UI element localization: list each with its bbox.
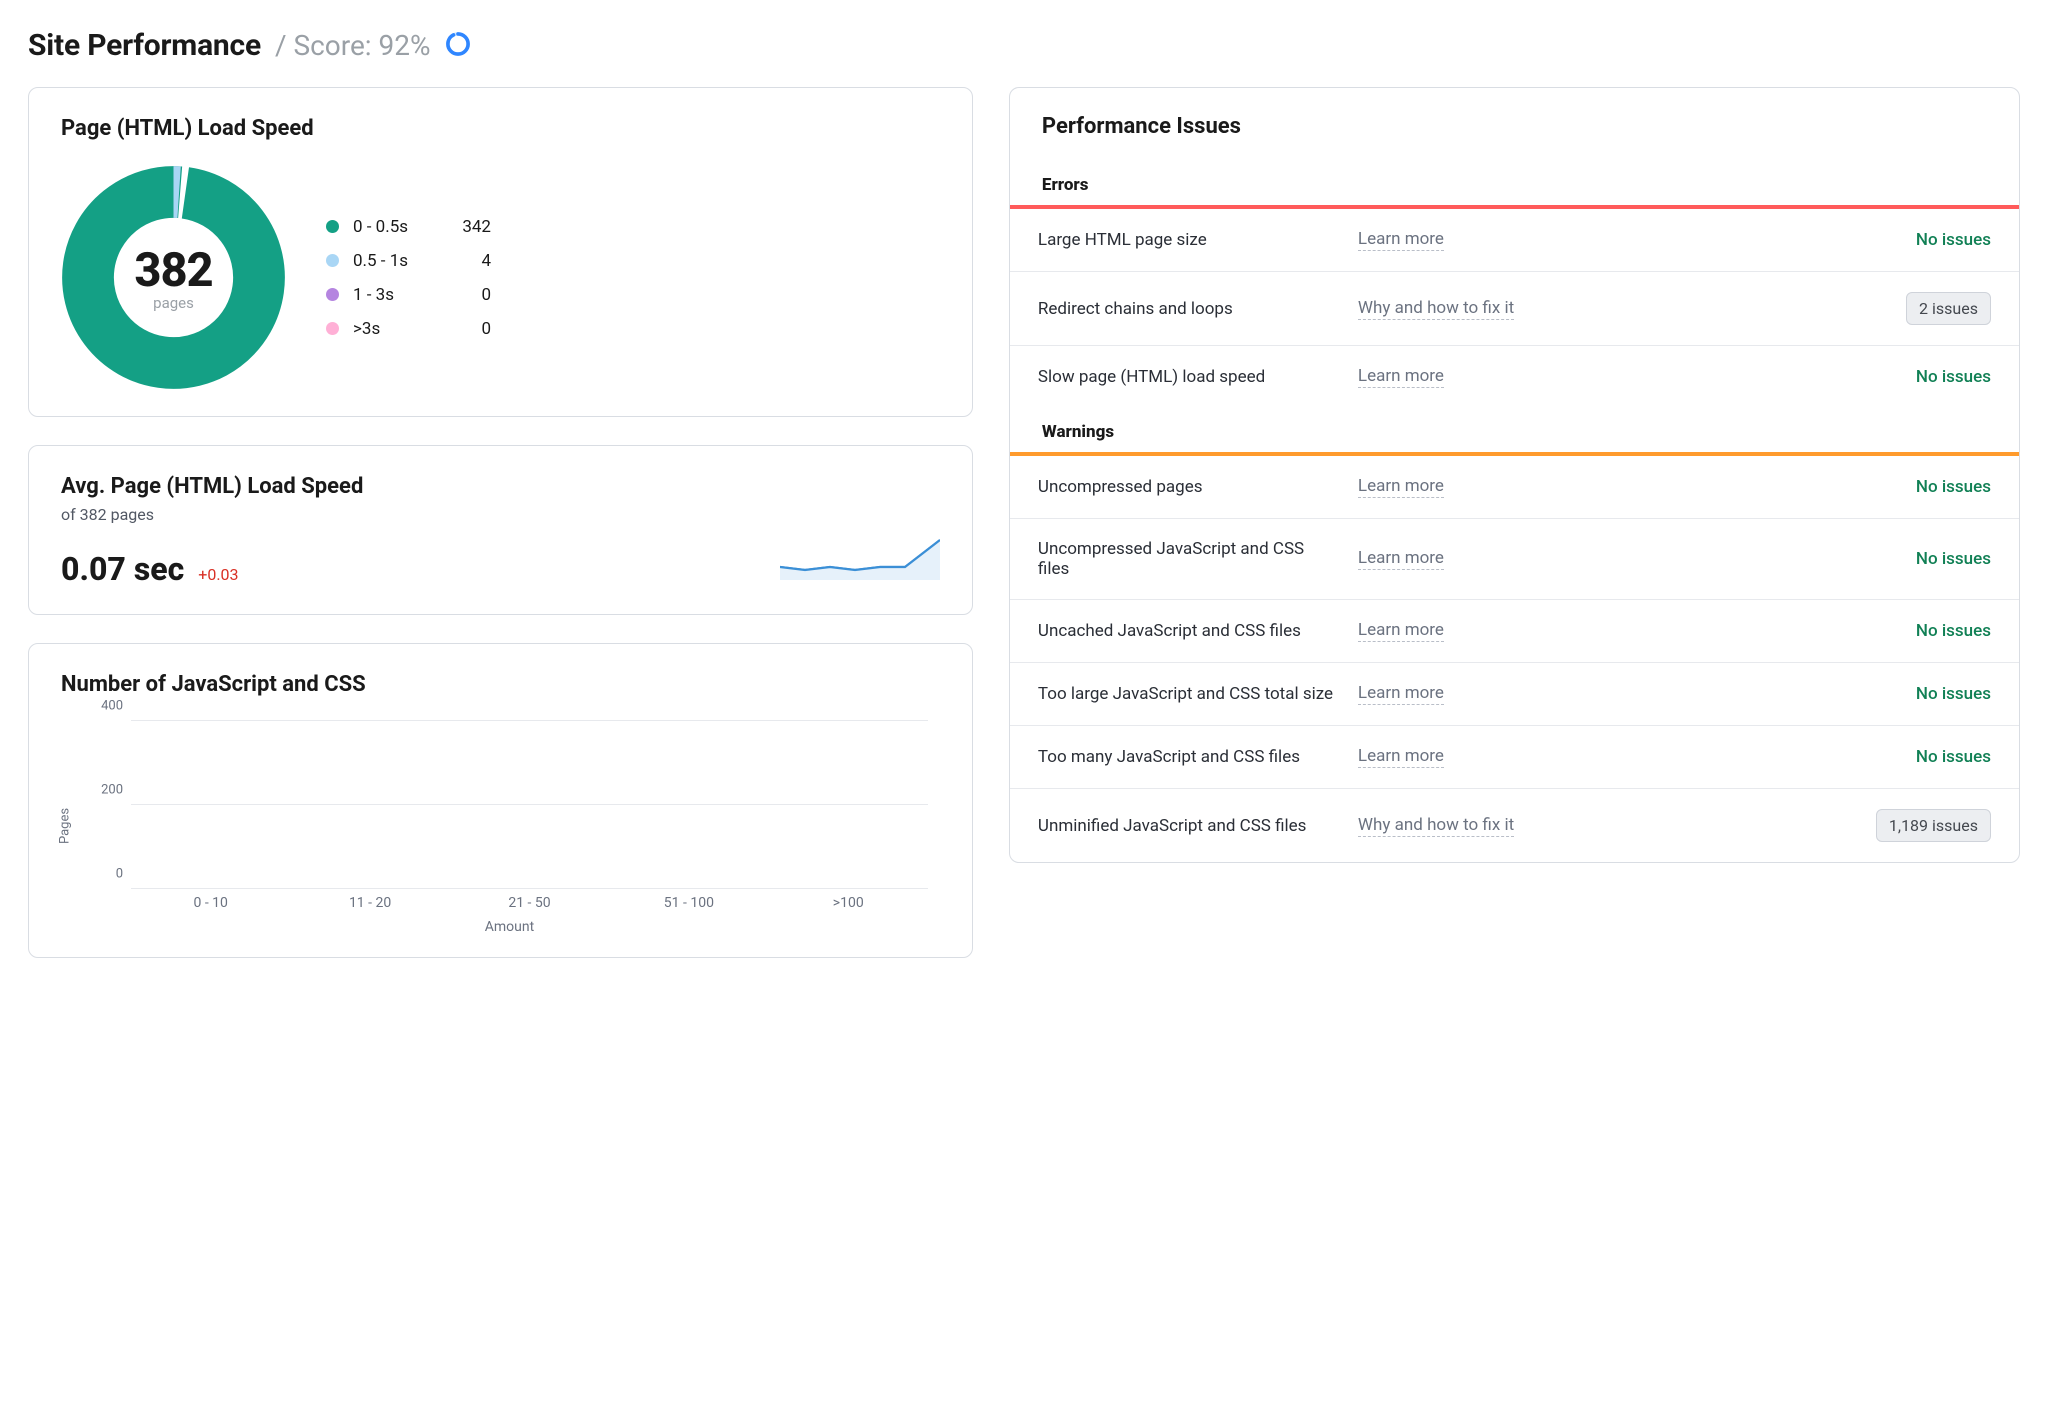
- performance-issues-panel: Performance Issues Errors Large HTML pag…: [1009, 87, 2020, 863]
- legend-label: 0.5 - 1s: [353, 251, 433, 271]
- no-issues-label: No issues: [1916, 747, 1991, 767]
- no-issues-label: No issues: [1916, 230, 1991, 250]
- issue-help-link[interactable]: Learn more: [1358, 476, 1444, 498]
- issue-row: Too large JavaScript and CSS total size L…: [1010, 663, 2019, 726]
- score-label: / Score: 92%: [275, 29, 431, 62]
- left-column: Page (HTML) Load Speed 382 pages: [28, 87, 973, 986]
- issue-count-badge[interactable]: 2 issues: [1906, 292, 1991, 325]
- issue-help-link[interactable]: Learn more: [1358, 366, 1444, 388]
- x-tick: 0 - 10: [131, 895, 290, 911]
- issue-name: Unminified JavaScript and CSS files: [1038, 816, 1338, 836]
- issues-title: Performance Issues: [1010, 88, 2019, 161]
- load-speed-donut: 382 pages: [61, 165, 286, 390]
- no-issues-label: No issues: [1916, 684, 1991, 704]
- no-issues-label: No issues: [1916, 477, 1991, 497]
- no-issues-label: No issues: [1916, 621, 1991, 641]
- issue-name: Uncached JavaScript and CSS files: [1038, 621, 1338, 641]
- x-tick: 21 - 50: [450, 895, 609, 911]
- load-speed-title: Page (HTML) Load Speed: [61, 116, 940, 141]
- issue-row: Unminified JavaScript and CSS files Why a…: [1010, 789, 2019, 862]
- legend-value: 0: [447, 319, 491, 339]
- legend-item: 0.5 - 1s 4: [326, 251, 491, 271]
- issue-name: Too many JavaScript and CSS files: [1038, 747, 1338, 767]
- issue-name: Uncompressed pages: [1038, 477, 1338, 497]
- legend-dot-icon: [326, 254, 339, 267]
- issue-row: Uncached JavaScript and CSS files Learn m…: [1010, 600, 2019, 663]
- issue-help-link[interactable]: Learn more: [1358, 620, 1444, 642]
- bar-chart: Pages 0 200 400 0 - 10 11 - 20 21 - 50 5…: [79, 721, 940, 931]
- legend-item: 0 - 0.5s 342: [326, 217, 491, 237]
- issue-help-link[interactable]: Why and how to fix it: [1358, 815, 1514, 837]
- no-issues-label: No issues: [1916, 549, 1991, 569]
- page-header: Site Performance / Score: 92%: [28, 28, 2020, 63]
- page-title: Site Performance: [28, 28, 261, 63]
- issue-row: Uncompressed JavaScript and CSS files Lea…: [1010, 519, 2019, 600]
- legend-label: 1 - 3s: [353, 285, 433, 305]
- legend-item: 1 - 3s 0: [326, 285, 491, 305]
- issue-name: Slow page (HTML) load speed: [1038, 367, 1338, 387]
- score-donut-icon: [445, 31, 471, 61]
- issue-count-badge[interactable]: 1,189 issues: [1876, 809, 1991, 842]
- legend-dot-icon: [326, 322, 339, 335]
- issue-row: Uncompressed pages Learn more No issues: [1010, 456, 2019, 519]
- issue-row: Too many JavaScript and CSS files Learn m…: [1010, 726, 2019, 789]
- issue-help-link[interactable]: Why and how to fix it: [1358, 298, 1514, 320]
- issue-name: Large HTML page size: [1038, 230, 1338, 250]
- y-tick: 400: [89, 699, 123, 714]
- legend-dot-icon: [326, 288, 339, 301]
- issue-name: Redirect chains and loops: [1038, 299, 1338, 319]
- y-tick: 200: [89, 783, 123, 798]
- legend-label: >3s: [353, 319, 433, 339]
- x-tick: >100: [769, 895, 928, 911]
- avg-speed-value: 0.07 sec: [61, 550, 184, 588]
- errors-header: Errors: [1010, 161, 2019, 209]
- legend-item: >3s 0: [326, 319, 491, 339]
- x-axis-label: Amount: [79, 919, 940, 935]
- avg-speed-sparkline: [780, 534, 940, 580]
- issue-row: Large HTML page size Learn more No issues: [1010, 209, 2019, 272]
- avg-speed-title: Avg. Page (HTML) Load Speed: [61, 474, 940, 499]
- legend-value: 0: [447, 285, 491, 305]
- x-tick: 51 - 100: [609, 895, 768, 911]
- no-issues-label: No issues: [1916, 367, 1991, 387]
- js-css-count-card: Number of JavaScript and CSS Pages 0 200…: [28, 643, 973, 958]
- issue-help-link[interactable]: Learn more: [1358, 746, 1444, 768]
- issue-help-link[interactable]: Learn more: [1358, 683, 1444, 705]
- avg-speed-card: Avg. Page (HTML) Load Speed of 382 pages…: [28, 445, 973, 615]
- legend-label: 0 - 0.5s: [353, 217, 433, 237]
- legend-dot-icon: [326, 220, 339, 233]
- legend-value: 4: [447, 251, 491, 271]
- donut-total-label: pages: [153, 294, 194, 312]
- issue-row: Slow page (HTML) load speed Learn more No …: [1010, 346, 2019, 408]
- avg-speed-subtitle: of 382 pages: [61, 505, 940, 524]
- y-tick: 0: [89, 867, 123, 882]
- donut-legend: 0 - 0.5s 342 0.5 - 1s 4 1 - 3s 0: [326, 217, 491, 339]
- legend-value: 342: [447, 217, 491, 237]
- warnings-header: Warnings: [1010, 408, 2019, 456]
- issue-row: Redirect chains and loops Why and how to …: [1010, 272, 2019, 346]
- load-speed-card: Page (HTML) Load Speed 382 pages: [28, 87, 973, 417]
- issue-help-link[interactable]: Learn more: [1358, 229, 1444, 251]
- issue-name: Uncompressed JavaScript and CSS files: [1038, 539, 1338, 579]
- issue-name: Too large JavaScript and CSS total size: [1038, 684, 1338, 704]
- issue-help-link[interactable]: Learn more: [1358, 548, 1444, 570]
- y-axis-label: Pages: [58, 808, 73, 844]
- donut-total: 382: [134, 243, 212, 298]
- avg-speed-delta: +0.03: [198, 565, 238, 584]
- js-css-title: Number of JavaScript and CSS: [61, 672, 940, 697]
- x-tick: 11 - 20: [290, 895, 449, 911]
